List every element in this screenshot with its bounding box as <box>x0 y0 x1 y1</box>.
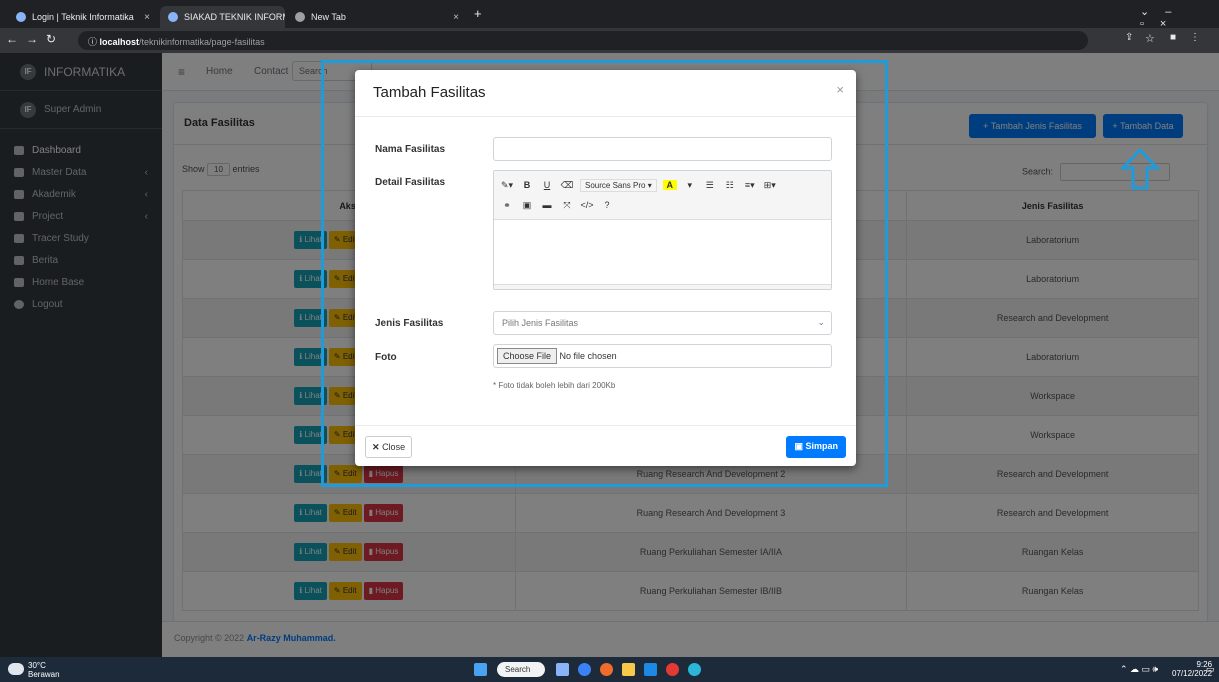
tab-title: Login | Teknik Informatika <box>32 12 134 22</box>
chrome-icon[interactable] <box>666 663 679 676</box>
window-controls[interactable]: ⌄–▫× <box>1140 5 1219 30</box>
menu-icon[interactable]: ⋮ <box>1190 32 1200 43</box>
tab-close-icon[interactable]: × <box>453 12 459 23</box>
taskbar-search[interactable]: Search <box>497 662 545 677</box>
reload-icon[interactable]: ↻ <box>46 32 56 46</box>
tab-favicon-icon <box>295 12 305 22</box>
tab-title: SIAKAD TEKNIK INFORMATIKA - <box>184 12 285 22</box>
tab-favicon-icon <box>16 12 26 22</box>
windows-start-icon[interactable] <box>474 663 487 676</box>
up-arrow-annotation-icon <box>1120 148 1160 190</box>
forward-icon[interactable]: → <box>26 32 38 46</box>
back-icon[interactable]: ← <box>6 32 18 46</box>
bookmark-star-icon[interactable]: ☆ <box>1145 32 1155 45</box>
system-tray-icons[interactable]: ⌃ ☁ ▭ 🕪 <box>1120 664 1158 675</box>
tab-favicon-icon <box>168 12 178 22</box>
weather-desc: Berawan <box>28 670 60 679</box>
address-bar-row: ← → ↻ ⓘ localhost/teknikinformatika/page… <box>0 28 1219 53</box>
edge-icon[interactable] <box>688 663 701 676</box>
firefox-icon[interactable] <box>600 663 613 676</box>
tab-title: New Tab <box>311 12 346 22</box>
chat-icon[interactable] <box>578 663 591 676</box>
browser-tab-bar: Login | Teknik Informatika × SIAKAD TEKN… <box>0 0 1219 30</box>
browser-tab-login[interactable]: Login | Teknik Informatika × <box>8 6 158 28</box>
highlight-box <box>321 60 888 487</box>
store-icon[interactable] <box>644 663 657 676</box>
weather-temp: 30°C <box>28 661 46 670</box>
tab-close-icon[interactable]: × <box>144 12 150 23</box>
new-tab-button[interactable]: + <box>474 6 482 21</box>
url-bar[interactable]: ⓘ localhost/teknikinformatika/page-fasil… <box>78 31 1088 50</box>
extensions-icon[interactable]: ■ <box>1170 32 1176 43</box>
browser-tab-newtab[interactable]: New Tab × <box>287 6 467 28</box>
browser-tab-siakad[interactable]: SIAKAD TEKNIK INFORMATIKA - × <box>160 6 285 28</box>
windows-taskbar: 30°C Berawan Search ⌃ ☁ ▭ 🕪 9:26 07/12/202… <box>0 657 1219 682</box>
weather-icon <box>8 663 24 675</box>
share-icon[interactable]: ⇪ <box>1125 32 1133 43</box>
weather-widget[interactable]: 30°C Berawan <box>28 661 60 679</box>
file-explorer-icon[interactable] <box>622 663 635 676</box>
notification-icon[interactable]: ▭ <box>1206 664 1215 675</box>
task-view-icon[interactable] <box>556 663 569 676</box>
